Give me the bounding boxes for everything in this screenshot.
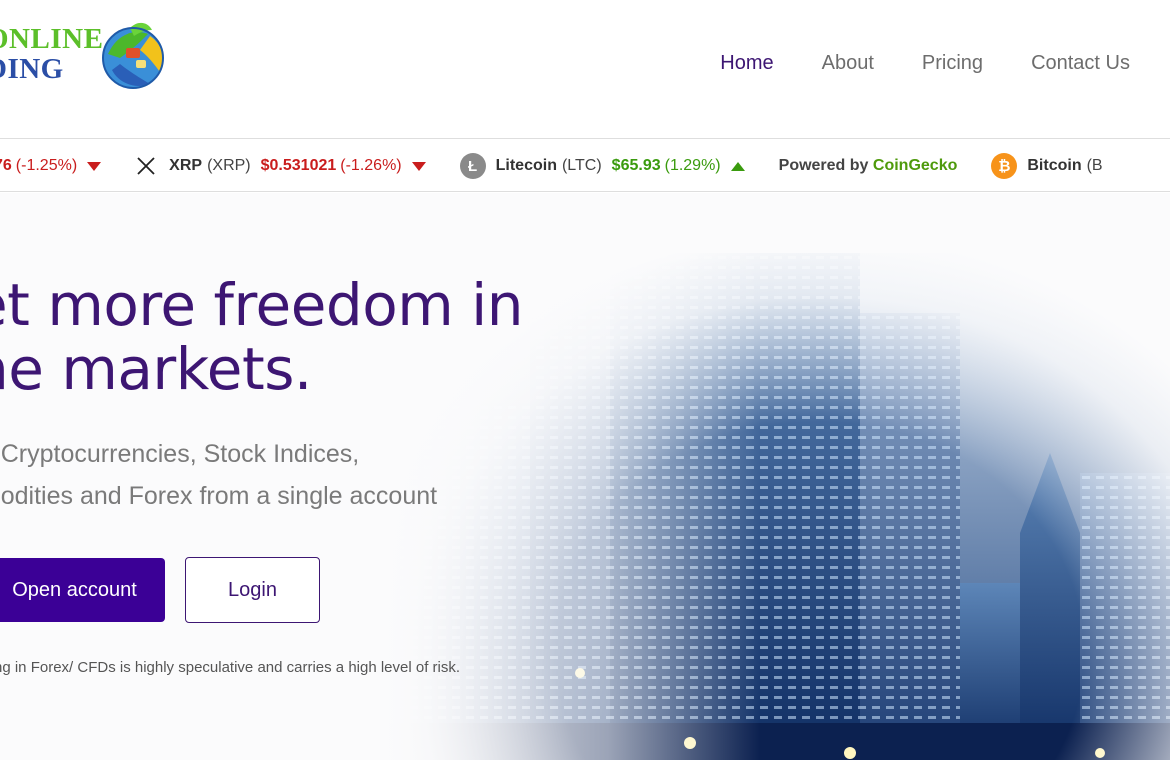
xrp-icon <box>137 157 155 175</box>
crypto-ticker: 76 (-1.25%) XRP (XRP) $0.531021 (-1.26%)… <box>0 138 1170 192</box>
ticker-change: (-1.26%) <box>340 157 402 174</box>
ticker-symbol: (B <box>1086 157 1103 174</box>
bitcoin-icon: ₿ <box>991 153 1018 179</box>
hero-section: et more freedom in he markets. de Crypto… <box>0 193 1170 760</box>
ticker-symbol: (XRP) <box>207 157 251 174</box>
main-nav: Home About Pricing Contact Us <box>672 50 1130 76</box>
powered-by-brand: CoinGecko <box>872 157 958 174</box>
ticker-item-litecoin[interactable]: Ł Litecoin (LTC) $65.93 (1.29%) <box>459 153 745 179</box>
headline-line2: he markets. <box>0 335 312 403</box>
down-arrow-icon <box>411 161 426 171</box>
ticker-price: $0.531021 <box>260 157 337 174</box>
hero-headline: et more freedom in he markets. <box>0 271 524 403</box>
subtext-line1: de Cryptocurrencies, Stock Indices, <box>0 440 360 468</box>
site-logo[interactable]: ONLINE DING <box>0 14 186 104</box>
ticker-item-xrp[interactable]: XRP (XRP) $0.531021 (-1.26%) <box>135 155 426 177</box>
ticker-change: (-1.25%) <box>15 157 78 174</box>
ticker-symbol: (LTC) <box>561 157 602 174</box>
site-header: ONLINE DING Home About Pricing Contact U… <box>0 0 1170 138</box>
nav-pricing[interactable]: Pricing <box>922 50 983 76</box>
risk-warning: ng in Forex/ CFDs is highly speculative … <box>0 659 461 676</box>
subtext-line2: nmodities and Forex from a single accoun… <box>0 482 438 510</box>
ticker-name: XRP <box>169 157 203 174</box>
logo-line1: ONLINE <box>0 23 104 55</box>
nav-home[interactable]: Home <box>720 50 773 76</box>
logo-text: ONLINE DING <box>0 24 103 84</box>
ticker-item-bitcoin[interactable]: ₿ Bitcoin (B <box>991 153 1112 179</box>
logo-globe-icon <box>102 22 164 89</box>
ticker-price: $65.93 <box>611 157 661 174</box>
up-arrow-icon <box>730 161 745 171</box>
headline-line1: et more freedom in <box>0 271 524 339</box>
ticker-name: Bitcoin <box>1027 157 1082 174</box>
login-button[interactable]: Login <box>185 557 320 623</box>
logo-line2: DING <box>0 53 64 85</box>
open-account-button[interactable]: Open account <box>0 558 165 622</box>
ticker-item[interactable]: 76 (-1.25%) <box>0 157 102 175</box>
hero-subtext: de Cryptocurrencies, Stock Indices, nmod… <box>0 433 437 517</box>
powered-by-prefix: Powered by <box>778 157 869 174</box>
ticker-price: 76 <box>0 157 12 174</box>
ticker-name: Litecoin <box>495 157 557 174</box>
ticker-track: 76 (-1.25%) XRP (XRP) $0.531021 (-1.26%)… <box>0 139 1147 191</box>
ticker-change: (1.29%) <box>664 157 721 174</box>
litecoin-icon: Ł <box>459 153 486 179</box>
powered-by[interactable]: Powered by CoinGecko <box>779 157 958 175</box>
nav-contact-us[interactable]: Contact Us <box>1031 50 1130 76</box>
down-arrow-icon <box>87 161 102 171</box>
nav-about[interactable]: About <box>822 50 874 76</box>
